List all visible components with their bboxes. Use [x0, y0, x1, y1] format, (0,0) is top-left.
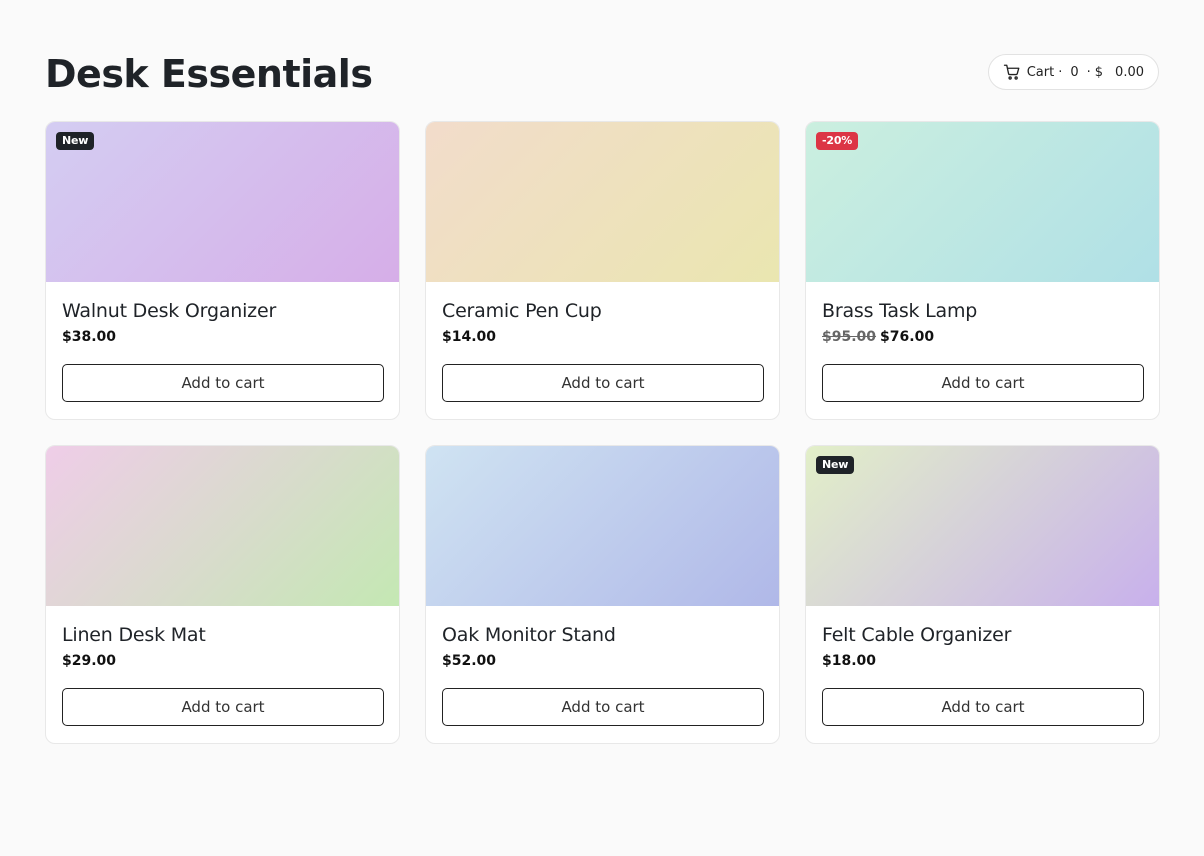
product-name: Linen Desk Mat: [62, 624, 206, 646]
product-card: New Felt Cable Organizer $18.00 Add to c…: [805, 445, 1160, 744]
product-image: [46, 446, 399, 606]
product-image: New: [46, 122, 399, 282]
product-listing-page: Desk Essentials Cart · 0 · $ 0.00 New Wa…: [0, 0, 1204, 856]
product-price-row: $52.00: [442, 651, 763, 671]
new-badge: New: [56, 132, 95, 150]
cart-button[interactable]: Cart · 0 · $ 0.00: [987, 54, 1159, 90]
cart-separator: ·: [1086, 64, 1091, 80]
product-price: $38.00: [62, 329, 117, 345]
add-to-cart-button[interactable]: Add to cart: [62, 688, 384, 726]
product-price-row: $18.00: [822, 651, 1143, 671]
add-to-cart-button[interactable]: Add to cart: [442, 364, 764, 402]
cart-count: 0: [1070, 64, 1079, 80]
add-to-cart-button[interactable]: Add to cart: [442, 688, 764, 726]
add-to-cart-button[interactable]: Add to cart: [62, 364, 384, 402]
product-name: Ceramic Pen Cup: [442, 300, 602, 322]
product-card: New Walnut Desk Organizer $38.00 Add to …: [45, 121, 400, 420]
product-price-row: $95.00 $76.00: [822, 327, 1143, 347]
new-badge: New: [816, 456, 855, 474]
product-price-row: $38.00: [62, 327, 383, 347]
product-image: [426, 122, 779, 282]
cart-label: Cart: [1026, 64, 1055, 80]
cart-total: 0.00: [1115, 64, 1144, 80]
product-name: Felt Cable Organizer: [822, 624, 1012, 646]
discount-badge: -20%: [816, 132, 859, 150]
page-header: Desk Essentials Cart · 0 · $ 0.00: [45, 50, 1159, 100]
page-title: Desk Essentials: [45, 52, 373, 96]
product-card: -20% Brass Task Lamp $95.00 $76.00 Add to…: [805, 121, 1160, 420]
add-to-cart-button[interactable]: Add to cart: [822, 688, 1144, 726]
cart-separator: ·: [1058, 64, 1063, 80]
product-price: $52.00: [442, 653, 497, 669]
product-price: $18.00: [822, 653, 877, 669]
product-name: Walnut Desk Organizer: [62, 300, 277, 322]
cart-currency: $: [1094, 64, 1104, 80]
product-price-row: $14.00: [442, 327, 763, 347]
product-price-row: $29.00: [62, 651, 383, 671]
product-image: [426, 446, 779, 606]
product-image: -20%: [806, 122, 1159, 282]
product-price: $29.00: [62, 653, 117, 669]
product-price: $76.00: [880, 329, 935, 345]
product-card: Ceramic Pen Cup $14.00 Add to cart: [425, 121, 780, 420]
product-old-price: $95.00: [822, 329, 877, 345]
cart-icon: [1003, 63, 1021, 81]
product-name: Oak Monitor Stand: [442, 624, 616, 646]
add-to-cart-button[interactable]: Add to cart: [822, 364, 1144, 402]
product-name: Brass Task Lamp: [822, 300, 978, 322]
product-price: $14.00: [442, 329, 497, 345]
product-image: New: [806, 446, 1159, 606]
product-grid: New Walnut Desk Organizer $38.00 Add to …: [45, 121, 1160, 744]
product-card: Linen Desk Mat $29.00 Add to cart: [45, 445, 400, 744]
product-card: Oak Monitor Stand $52.00 Add to cart: [425, 445, 780, 744]
